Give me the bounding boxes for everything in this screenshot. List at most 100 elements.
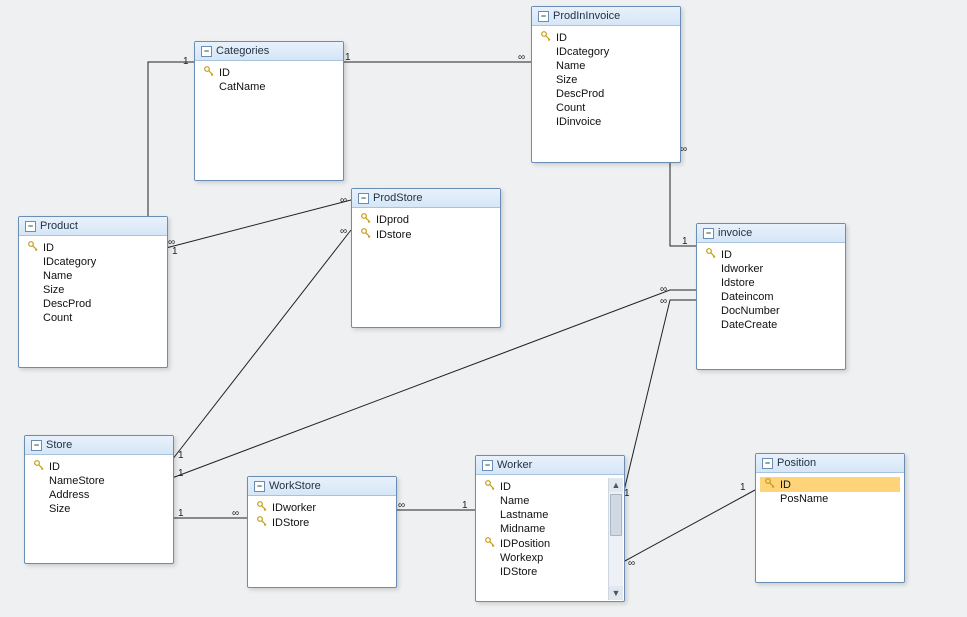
column-row[interactable]: Size: [23, 283, 163, 297]
column-row[interactable]: ID: [480, 479, 608, 494]
collapse-icon[interactable]: −: [201, 46, 212, 57]
entity-title: Product: [40, 220, 78, 232]
column-name: ID: [780, 479, 791, 491]
column-row[interactable]: ID: [701, 247, 841, 262]
column-row[interactable]: IDprod: [356, 212, 496, 227]
entity-position[interactable]: −Position IDPosName: [755, 453, 905, 583]
column-row[interactable]: Count: [536, 101, 676, 115]
erd-canvas: { "chart_data": { "type": "erd", "entiti…: [0, 0, 967, 617]
column-row[interactable]: Idworker: [701, 262, 841, 276]
entity-body: IDNameStoreAddressSize: [25, 455, 173, 522]
column-row[interactable]: ID: [29, 459, 169, 474]
column-row[interactable]: IDcategory: [23, 255, 163, 269]
column-row[interactable]: DescProd: [536, 87, 676, 101]
column-row[interactable]: DescProd: [23, 297, 163, 311]
collapse-icon[interactable]: −: [25, 221, 36, 232]
column-row[interactable]: ID: [199, 65, 339, 80]
column-row[interactable]: NameStore: [29, 474, 169, 488]
scroll-down-icon[interactable]: ▼: [609, 586, 623, 600]
column-row[interactable]: Name: [480, 494, 608, 508]
entity-header[interactable]: −Product: [19, 217, 167, 236]
relationship-cardinality: ∞: [628, 558, 635, 569]
column-row[interactable]: IDinvoice: [536, 115, 676, 129]
entity-invoice[interactable]: −invoice IDIdworkerIdstoreDateincomDocNum…: [696, 223, 846, 370]
column-row[interactable]: Size: [536, 73, 676, 87]
scroll-up-icon[interactable]: ▲: [609, 478, 623, 492]
collapse-icon[interactable]: −: [762, 458, 773, 469]
entity-header[interactable]: −Store: [25, 436, 173, 455]
column-name: Size: [556, 74, 577, 86]
column-row[interactable]: Name: [536, 59, 676, 73]
column-row[interactable]: Lastname: [480, 508, 608, 522]
column-name: IDworker: [272, 502, 316, 514]
column-row[interactable]: ID: [23, 240, 163, 255]
scroll-thumb[interactable]: [610, 494, 622, 536]
column-name: Count: [556, 102, 585, 114]
column-row[interactable]: IDStore: [480, 565, 608, 579]
entity-title: ProdStore: [373, 192, 423, 204]
entity-body: IDprod IDstore: [352, 208, 500, 248]
relationship-cardinality: ∞: [660, 296, 667, 307]
primary-key-icon: [764, 478, 776, 491]
column-row[interactable]: Workexp: [480, 551, 608, 565]
column-name: Idworker: [721, 263, 763, 275]
entity-header[interactable]: −invoice: [697, 224, 845, 243]
entity-store[interactable]: −StoreIDNameStoreAddressSize: [24, 435, 174, 564]
entity-worker[interactable]: −Worker IDNameLastnameMidnameIDPositionWo…: [475, 455, 625, 602]
column-name: IDstore: [376, 229, 411, 241]
column-name: IDStore: [272, 517, 309, 529]
column-row[interactable]: Dateincom: [701, 290, 841, 304]
collapse-icon[interactable]: −: [254, 481, 265, 492]
entity-header[interactable]: −Position: [756, 454, 904, 473]
relationship-cardinality: ∞: [398, 500, 405, 511]
column-row[interactable]: ID: [536, 30, 676, 45]
collapse-icon[interactable]: −: [703, 228, 714, 239]
primary-key-icon: [484, 537, 496, 550]
entity-header[interactable]: −WorkStore: [248, 477, 396, 496]
column-row[interactable]: IDworker: [252, 500, 392, 515]
scrollbar[interactable]: ▲▼: [608, 478, 623, 600]
column-row[interactable]: ID: [760, 477, 900, 492]
column-row[interactable]: Midname: [480, 522, 608, 536]
primary-key-icon: [33, 460, 45, 473]
entity-prodininvoice[interactable]: −ProdInInvoice IDIDcategoryNameSizeDescPr…: [531, 6, 681, 163]
entity-workstore[interactable]: −WorkStore IDworker IDStore: [247, 476, 397, 588]
relationship-cardinality: 1: [682, 236, 688, 247]
collapse-icon[interactable]: −: [358, 193, 369, 204]
column-row[interactable]: IDstore: [356, 227, 496, 242]
column-name: ID: [500, 481, 511, 493]
entity-header[interactable]: −Worker: [476, 456, 624, 475]
column-name: ID: [219, 67, 230, 79]
column-row[interactable]: Count: [23, 311, 163, 325]
entity-title: Categories: [216, 45, 269, 57]
relationship-cardinality: ∞: [518, 52, 525, 63]
column-row[interactable]: IDStore: [252, 515, 392, 530]
entity-header[interactable]: −Categories: [195, 42, 343, 61]
relationship-cardinality: 1: [178, 450, 184, 461]
collapse-icon[interactable]: −: [31, 440, 42, 451]
entity-prodstore[interactable]: −ProdStore IDprod IDstore: [351, 188, 501, 328]
column-row[interactable]: PosName: [760, 492, 900, 506]
collapse-icon[interactable]: −: [538, 11, 549, 22]
column-row[interactable]: CatName: [199, 80, 339, 94]
entity-header[interactable]: −ProdStore: [352, 189, 500, 208]
primary-key-icon: [360, 213, 372, 226]
column-name: Count: [43, 312, 72, 324]
column-row[interactable]: Name: [23, 269, 163, 283]
entity-title: invoice: [718, 227, 752, 239]
column-row[interactable]: Address: [29, 488, 169, 502]
primary-key-icon: [203, 66, 215, 79]
column-row[interactable]: Size: [29, 502, 169, 516]
primary-key-icon: [256, 516, 268, 529]
column-row[interactable]: Idstore: [701, 276, 841, 290]
entity-product[interactable]: −Product IDIDcategoryNameSizeDescProdCoun…: [18, 216, 168, 368]
entity-header[interactable]: −ProdInInvoice: [532, 7, 680, 26]
column-row[interactable]: IDcategory: [536, 45, 676, 59]
column-name: DateCreate: [721, 319, 777, 331]
column-row[interactable]: IDPosition: [480, 536, 608, 551]
column-row[interactable]: DateCreate: [701, 318, 841, 332]
column-row[interactable]: DocNumber: [701, 304, 841, 318]
column-name: Dateincom: [721, 291, 774, 303]
entity-categories[interactable]: −Categories IDCatName: [194, 41, 344, 181]
collapse-icon[interactable]: −: [482, 460, 493, 471]
